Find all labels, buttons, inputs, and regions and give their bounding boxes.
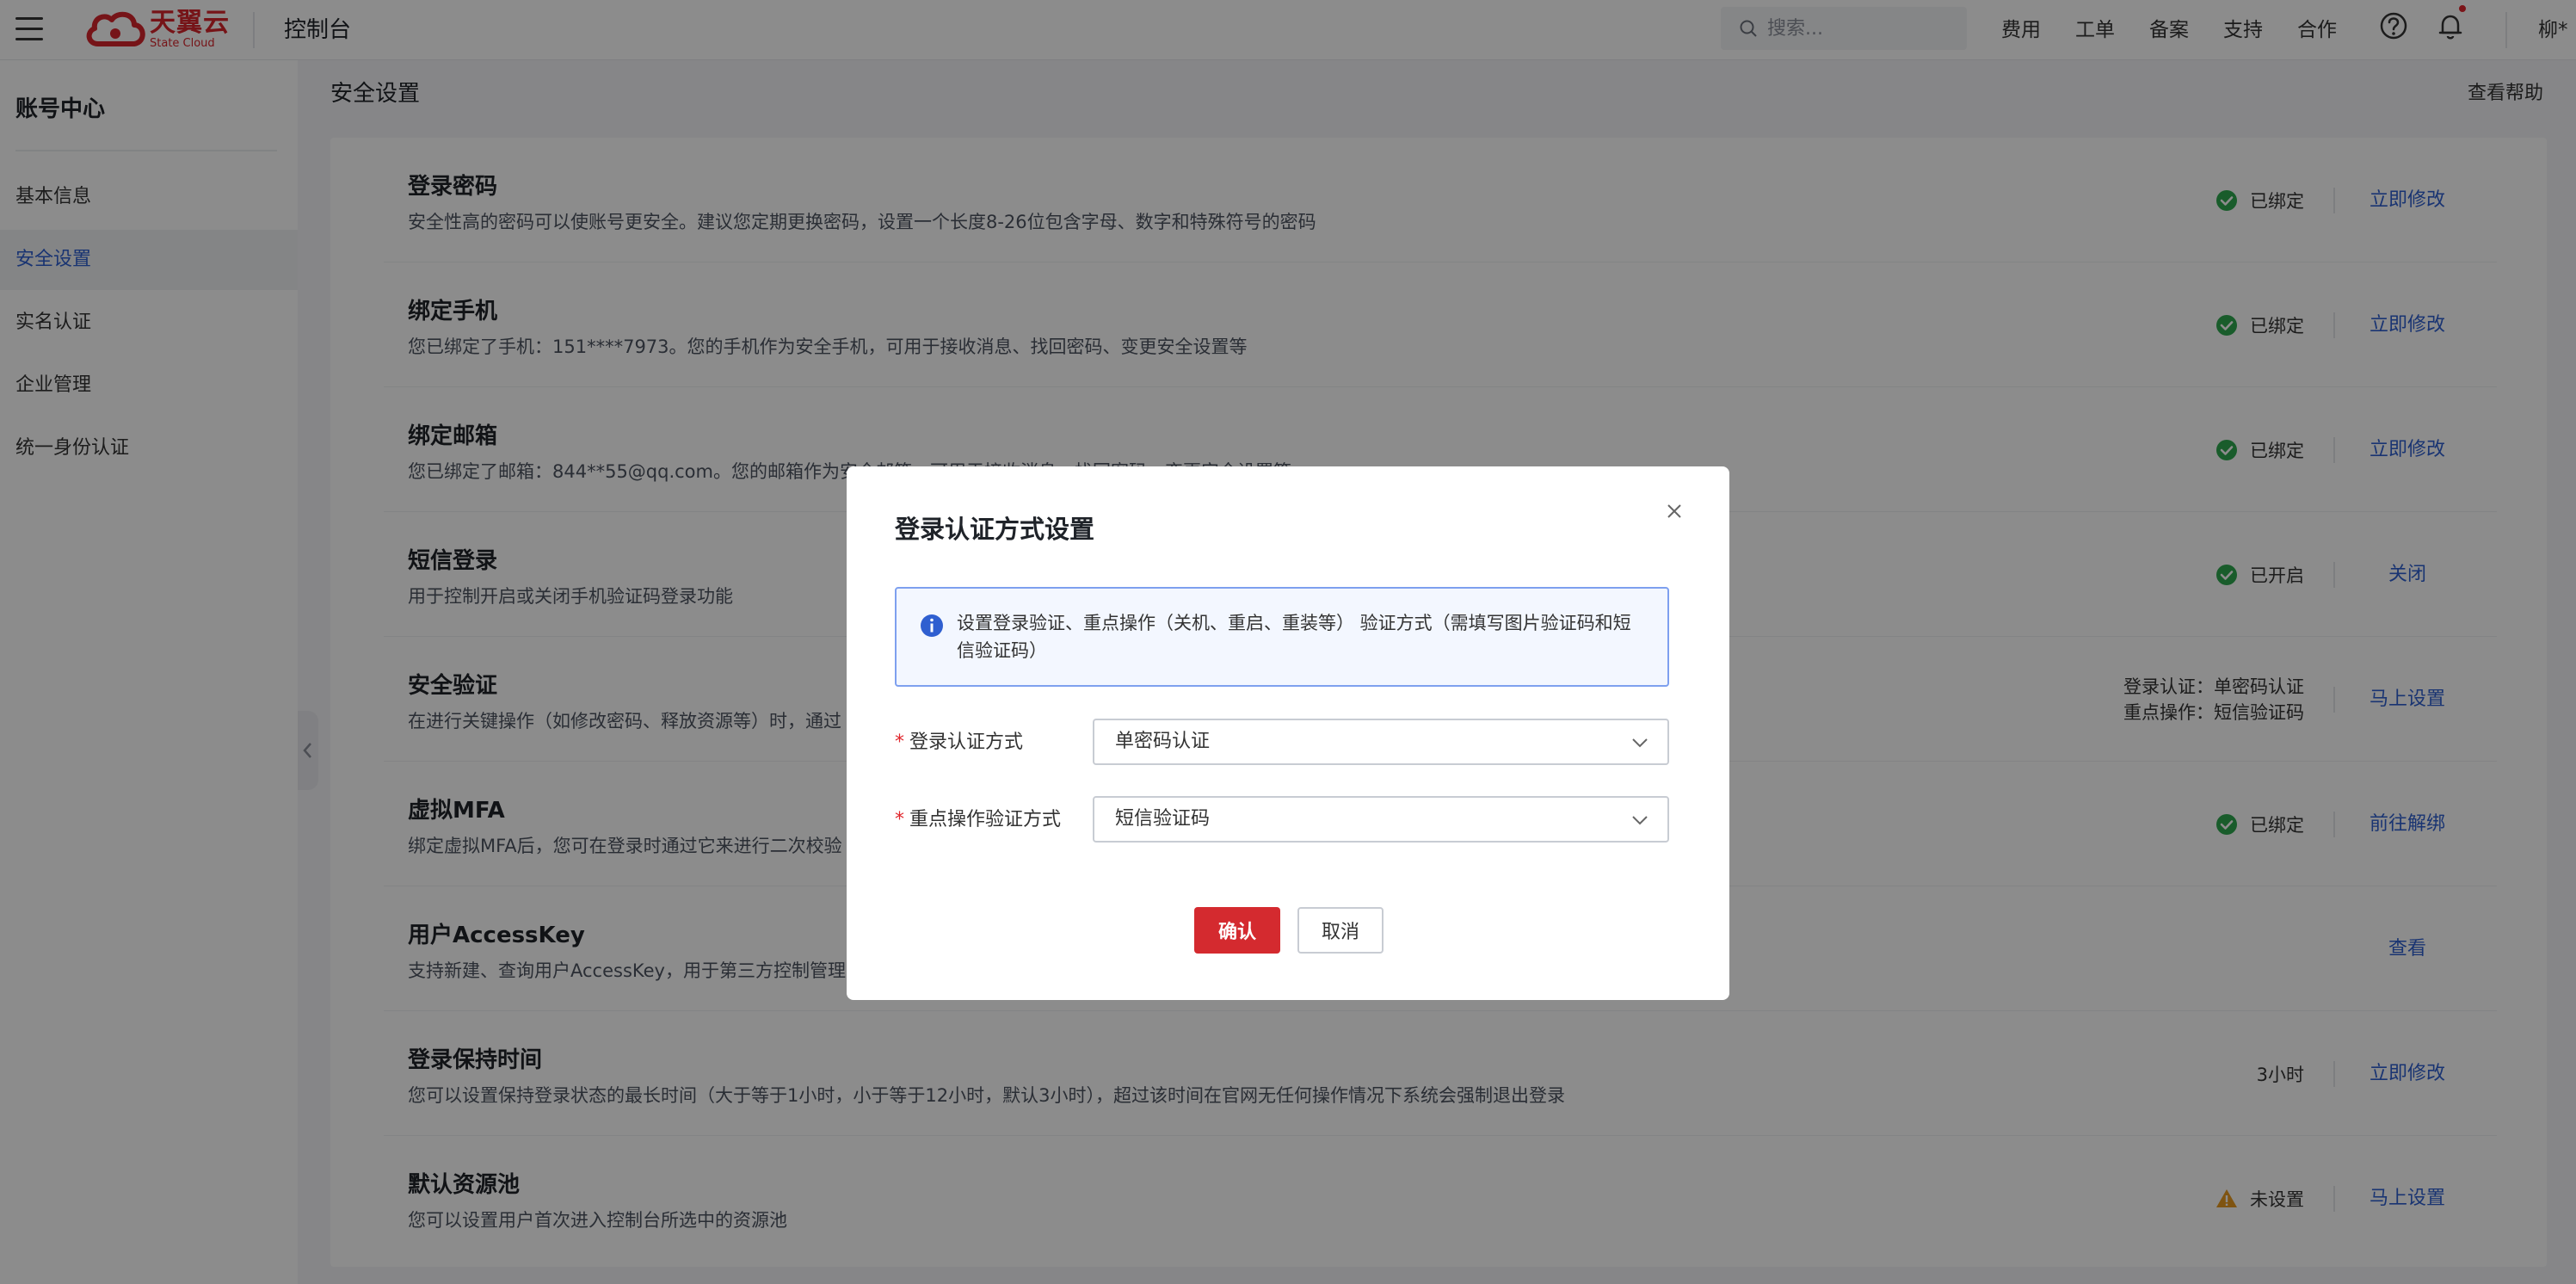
- login-auth-label: * 登录认证方式: [895, 732, 1024, 753]
- required-mark: *: [895, 809, 904, 830]
- info-text: 设置登录验证、重点操作（关机、重启、重装等） 验证方式（需填写图片验证码和短信验…: [957, 613, 1631, 661]
- info-banner: 设置登录验证、重点操作（关机、重启、重装等） 验证方式（需填写图片验证码和短信验…: [895, 587, 1669, 687]
- dialog-title: 登录认证方式设置: [895, 515, 1095, 544]
- key-ops-auth-select[interactable]: 短信验证码: [1093, 796, 1669, 843]
- close-icon[interactable]: [1659, 496, 1690, 527]
- select-value: 单密码认证: [1115, 731, 1211, 752]
- select-value: 短信验证码: [1115, 808, 1211, 830]
- required-mark: *: [895, 732, 904, 753]
- confirm-button[interactable]: 确认: [1194, 907, 1280, 954]
- chevron-down-icon: [1632, 738, 1648, 748]
- key-ops-auth-label: * 重点操作验证方式: [895, 809, 1062, 830]
- login-auth-select[interactable]: 单密码认证: [1093, 719, 1669, 765]
- cancel-button[interactable]: 取消: [1297, 907, 1384, 954]
- chevron-down-icon: [1632, 816, 1648, 825]
- login-auth-settings-dialog: 登录认证方式设置 设置登录验证、重点操作（关机、重启、重装等） 验证方式（需填写…: [847, 466, 1729, 1000]
- info-icon: [921, 614, 943, 637]
